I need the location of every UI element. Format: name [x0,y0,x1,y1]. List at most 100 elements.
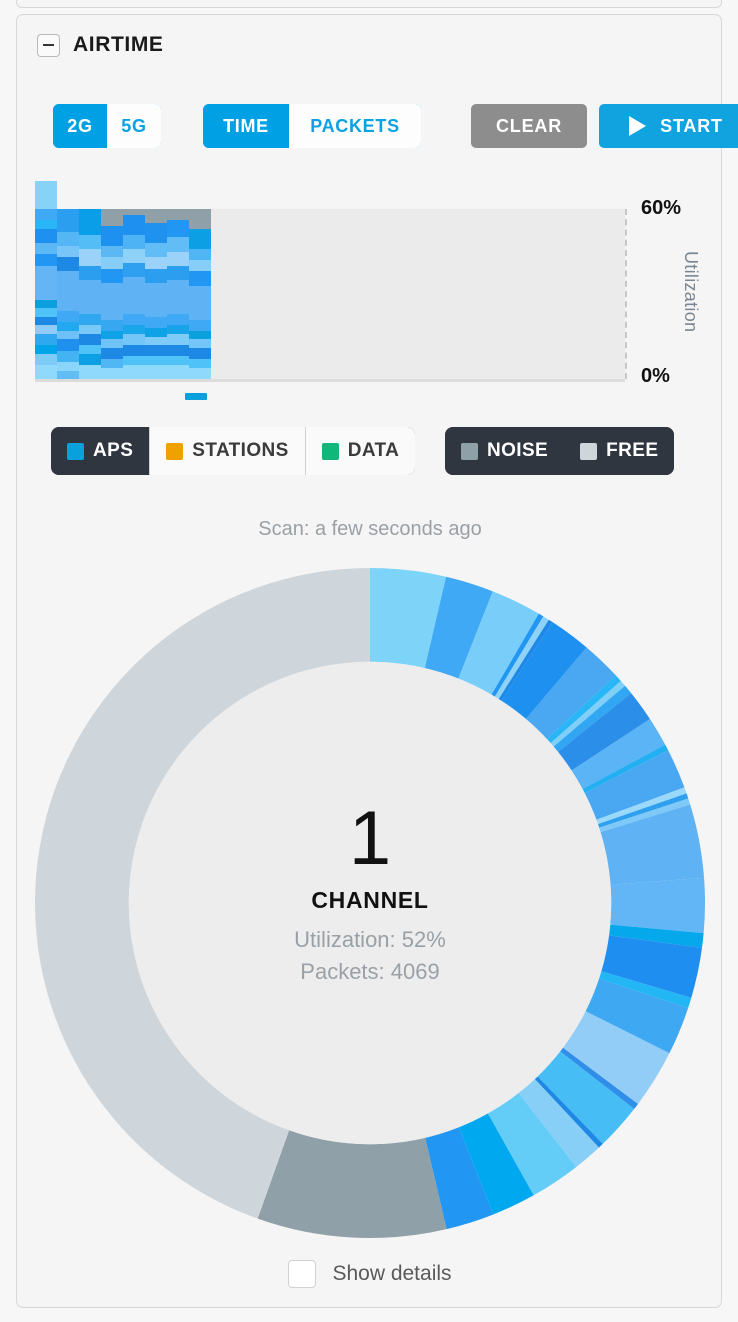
timeline-bar[interactable] [35,209,57,379]
bar-segment-ap [35,181,57,209]
bar-segment-ap [167,365,189,379]
bar-segment-ap [57,246,79,257]
bar-segment-ap [189,331,211,340]
bar-segment-ap [35,308,57,317]
bar-segment-ap [35,317,57,326]
bar-segment-ap [57,339,79,350]
donut-slice-ap[interactable] [610,878,705,933]
bar-segment-ap [145,243,167,257]
bar-segment-noise [101,209,123,226]
legend-swatch-icon [322,443,339,460]
bar-segment-ap [145,317,167,328]
band-toggle-group: 2G 5G [53,104,161,148]
bar-segment-ap [79,314,101,325]
timeline-bar[interactable] [189,209,211,379]
bar-segment-ap [123,356,145,365]
donut-slice-noise[interactable] [258,1130,447,1238]
legend-item-stations[interactable]: STATIONS [150,427,304,475]
timeline-bar[interactable] [167,209,189,379]
bar-segment-ap [35,220,57,229]
mode-toggle-packets[interactable]: PACKETS [289,104,421,148]
plot-baseline [35,379,625,382]
legend-item-aps[interactable]: APS [51,427,149,475]
show-details-checkbox[interactable] [288,1260,316,1288]
legend-item-free[interactable]: FREE [564,427,674,475]
bar-segment-ap [123,215,145,235]
y-axis-max-label: 60% [641,197,681,220]
bar-segment-ap [35,229,57,243]
legend-swatch-icon [461,443,478,460]
start-button-label: START [660,116,723,137]
timeline-selection-indicator[interactable] [185,393,207,400]
bar-segment-ap [79,354,101,365]
bar-segment-ap [189,339,211,348]
bar-segment-ap [123,263,145,277]
bar-segment-ap [79,249,101,266]
bar-segment-ap [145,257,167,268]
bar-segment-ap [79,280,101,314]
bar-segment-ap [189,249,211,260]
bar-segment-ap [35,300,57,309]
start-button[interactable]: START [599,104,738,148]
bar-segment-ap [145,345,167,356]
bar-segment-ap [35,243,57,254]
show-details-label[interactable]: Show details [332,1262,451,1286]
bar-segment-ap [167,220,189,237]
y-axis-title: Utilization [680,251,701,332]
timeline-bar[interactable] [79,209,101,379]
airtime-timeline-chart: 60% 0% Utilization [17,195,723,410]
bar-segment-ap [101,320,123,331]
legend-item-noise[interactable]: NOISE [445,427,564,475]
y-axis-min-label: 0% [641,365,670,388]
bar-segment-ap [123,249,145,263]
legend-swatch-icon [580,443,597,460]
bar-segment-ap [123,365,145,379]
page-title: AIRTIME [73,33,164,57]
legend-label: NOISE [487,440,548,462]
bar-segment-ap [101,348,123,359]
bar-segment-ap [57,271,79,311]
bar-segment-ap [167,280,189,314]
bar-segment-ap [145,223,167,243]
bar-segment-ap [189,348,211,359]
donut-svg[interactable] [27,560,713,1246]
bar-segment-ap [145,337,167,346]
bar-segment-ap [123,345,145,356]
minus-square-icon[interactable] [37,34,60,57]
timeline-bar[interactable] [57,209,79,379]
bar-segment-ap [35,345,57,354]
timeline-bar[interactable] [145,209,167,379]
bar-segment-ap [189,320,211,331]
clear-button[interactable]: CLEAR [471,104,587,148]
airtime-panel: AIRTIME 2G 5G TIME PACKETS CLEAR START 6… [16,14,722,1308]
bar-segment-ap [57,209,79,232]
band-toggle-5g[interactable]: 5G [107,104,161,148]
bar-segment-ap [79,345,101,354]
bar-segment-ap [35,209,57,220]
band-toggle-2g[interactable]: 2G [53,104,107,148]
bar-segment-ap [167,314,189,325]
bar-segment-ap [101,339,123,348]
bar-segment-noise [145,209,167,223]
bar-segment-ap [167,252,189,266]
bar-segment-ap [57,331,79,340]
footer: Show details [17,1260,723,1288]
timeline-bars [35,209,211,379]
bar-segment-ap [145,328,167,337]
mode-toggle-time[interactable]: TIME [203,104,289,148]
bar-segment-ap [79,325,101,334]
bar-segment-ap [101,246,123,257]
timeline-bar[interactable] [101,209,123,379]
bar-segment-ap [57,351,79,362]
legend-item-data[interactable]: DATA [306,427,416,475]
legend-group-secondary: NOISE FREE [445,427,674,475]
bar-segment-ap [167,325,189,334]
legend-group-primary: APSSTATIONSDATA [51,427,415,475]
bar-segment-ap [35,334,57,345]
timeline-plot-area[interactable] [35,209,625,379]
bar-segment-ap [167,356,189,365]
bar-segment-ap [123,235,145,249]
bar-segment-ap [101,269,123,283]
timeline-bar[interactable] [123,209,145,379]
bar-segment-ap [35,254,57,265]
